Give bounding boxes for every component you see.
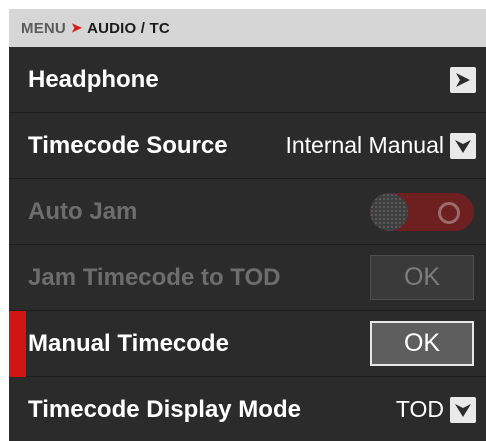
manual-timecode-ok-button[interactable]: OK bbox=[370, 321, 474, 366]
jam-tod-ok-button[interactable]: OK bbox=[370, 255, 474, 300]
timecode-display-mode-label: Timecode Display Mode bbox=[28, 395, 301, 423]
headphone-row[interactable]: Headphone bbox=[9, 47, 486, 113]
chevron-right-icon[interactable] bbox=[450, 66, 476, 93]
manual-timecode-label: Manual Timecode bbox=[28, 329, 229, 357]
breadcrumb-current: AUDIO / TC bbox=[87, 19, 170, 37]
headphone-label: Headphone bbox=[28, 65, 159, 93]
breadcrumb-separator-icon: ➤ bbox=[70, 20, 83, 35]
timecode-source-label: Timecode Source bbox=[28, 131, 228, 159]
auto-jam-toggle[interactable] bbox=[370, 192, 474, 231]
timecode-display-mode-value[interactable]: TOD bbox=[396, 396, 444, 423]
auto-jam-row: Auto Jam bbox=[9, 179, 486, 245]
chevron-down-icon[interactable] bbox=[450, 396, 476, 423]
toggle-knob bbox=[370, 192, 408, 231]
jam-timecode-to-tod-row: Jam Timecode to TOD OK bbox=[9, 245, 486, 311]
jam-timecode-to-tod-label: Jam Timecode to TOD bbox=[28, 263, 281, 291]
auto-jam-label: Auto Jam bbox=[28, 197, 138, 225]
timecode-source-value[interactable]: Internal Manual bbox=[285, 132, 444, 159]
breadcrumb-menu[interactable]: MENU bbox=[21, 20, 66, 37]
chevron-down-icon[interactable] bbox=[450, 132, 476, 159]
timecode-display-mode-row[interactable]: Timecode Display Mode TOD bbox=[9, 377, 486, 441]
breadcrumb: MENU ➤ AUDIO / TC bbox=[9, 9, 486, 47]
audio-tc-menu-panel: MENU ➤ AUDIO / TC Headphone Timecode Sou… bbox=[9, 9, 486, 441]
timecode-source-row[interactable]: Timecode Source Internal Manual bbox=[9, 113, 486, 179]
toggle-off-ring-icon bbox=[438, 201, 460, 224]
focus-indicator bbox=[9, 311, 26, 377]
manual-timecode-row[interactable]: Manual Timecode OK bbox=[9, 311, 486, 377]
